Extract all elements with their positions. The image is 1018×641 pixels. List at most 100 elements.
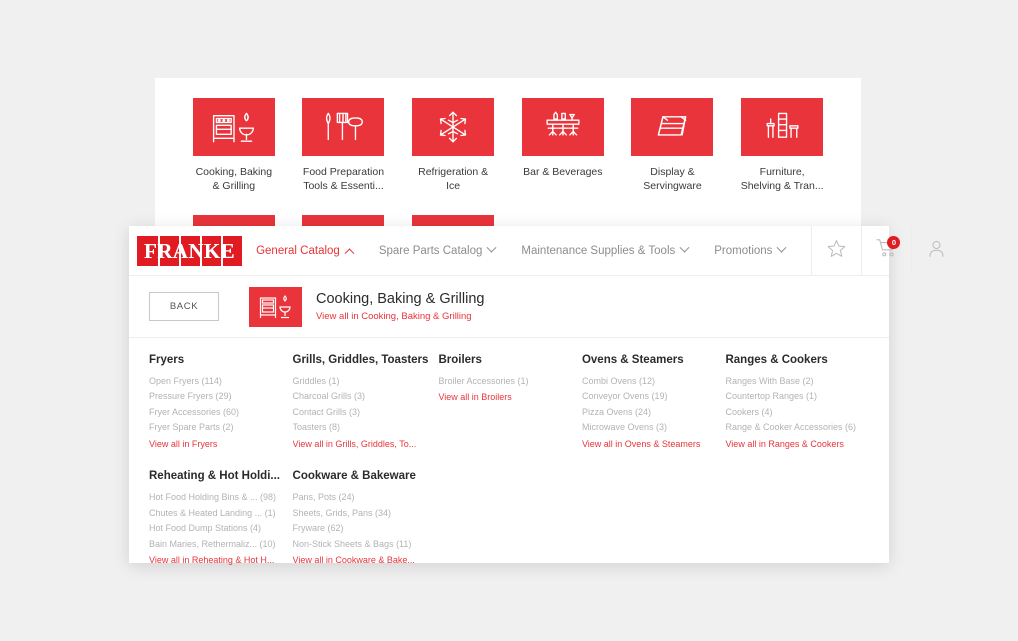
subcategory-link[interactable]: Pizza Ovens (24): [582, 405, 716, 420]
category-column: Grills, Griddles, Toasters Griddles (1) Ch…: [293, 354, 439, 587]
category-oven-grill-icon: [249, 286, 302, 327]
group-view-all-link[interactable]: View all in Broilers: [438, 390, 572, 405]
subcategory-link[interactable]: Toasters (8): [293, 420, 429, 435]
category-header: BACK Cooking, Baking & Grilling View all…: [129, 276, 889, 338]
category-column: Ranges & Cookers Ranges With Base (2) Coun…: [725, 354, 869, 587]
nav-link-maintenance-supplies-tools[interactable]: Maintenance Supplies & Tools: [521, 242, 690, 257]
category-tile-label: Refrigeration & Ice: [418, 166, 489, 193]
category-tile-label: Furniture, Shelving & Tran...: [740, 166, 824, 193]
category-group: Ovens & Steamers Combi Ovens (12) Conveyor…: [582, 354, 716, 452]
category-meta: Cooking, Baking & Grilling View all in C…: [316, 291, 484, 322]
star-icon: [826, 238, 847, 264]
subcategory-link[interactable]: Fryware (62): [293, 521, 429, 536]
category-tile[interactable]: Display & Servingware: [618, 98, 728, 193]
oven-grill-icon: [192, 98, 275, 156]
chevron-up-icon: [344, 248, 355, 259]
category-columns: Fryers Open Fryers (114) Pressure Fryers (…: [129, 338, 889, 587]
subcategory-link[interactable]: Combi Ovens (12): [582, 374, 716, 389]
category-group: Broilers Broiler Accessories (1) View all …: [438, 354, 572, 406]
subcategory-link[interactable]: Ranges With Base (2): [725, 374, 859, 389]
subcategory-link[interactable]: Cookers (4): [725, 405, 859, 420]
cart-count-badge: 0: [887, 236, 901, 249]
category-group-title: Broilers: [438, 354, 482, 366]
subcategory-link[interactable]: Broiler Accessories (1): [438, 374, 572, 389]
category-column: Broilers Broiler Accessories (1) View all …: [438, 354, 582, 587]
subcategory-link[interactable]: Fryer Spare Parts (2): [149, 420, 283, 435]
subcategory-link[interactable]: Conveyor Ovens (19): [582, 389, 716, 404]
utensils-icon: [302, 98, 385, 156]
nav-link-label: Maintenance Supplies & Tools: [521, 244, 676, 257]
category-group: Ranges & Cookers Ranges With Base (2) Coun…: [725, 354, 859, 452]
category-group-title: Cookware & Bakeware: [292, 470, 416, 483]
subcategory-link[interactable]: Bain Maries, Rethermaliz... (10): [149, 537, 283, 552]
subcategory-link[interactable]: Microwave Ovens (3): [582, 420, 716, 435]
group-view-all-link[interactable]: View all in Grills, Griddles, To...: [293, 437, 429, 452]
nav-actions: 0: [811, 226, 961, 275]
display-case-icon: [631, 98, 714, 156]
franke-logo[interactable]: FRANKE: [129, 226, 256, 275]
chevron-down-icon: [486, 242, 497, 253]
nav-links: General Catalog Spare Parts Catalog Mainte…: [256, 226, 811, 275]
favorites-button[interactable]: [811, 226, 861, 275]
category-title: Cooking, Baking & Grilling: [316, 290, 485, 307]
category-tile-label: Bar & Beverages: [523, 166, 603, 178]
subcategory-link[interactable]: Range & Cooker Accessories (6): [725, 420, 859, 435]
subcategory-link[interactable]: Chutes & Heated Landing ... (1): [149, 506, 283, 521]
back-button[interactable]: BACK: [149, 292, 219, 321]
category-tile[interactable]: Bar & Beverages: [508, 98, 618, 193]
subcategory-link[interactable]: Non-Stick Sheets & Bags (11): [293, 537, 429, 552]
group-view-all-link[interactable]: View all in Cookware & Bake...: [293, 553, 429, 568]
nav-link-label: Spare Parts Catalog: [378, 244, 483, 257]
category-group-title: Ovens & Steamers: [581, 354, 684, 366]
category-group: Fryers Open Fryers (114) Pressure Fryers (…: [149, 354, 283, 452]
subcategory-link[interactable]: Sheets, Grids, Pans (34): [293, 506, 429, 521]
subcategory-link[interactable]: Fryer Accessories (60): [149, 405, 283, 420]
nav-link-label: General Catalog: [256, 244, 340, 257]
top-navigation-bar: FRANKE General Catalog Spare Parts Catalo…: [129, 226, 945, 276]
nav-link-general-catalog[interactable]: General Catalog: [256, 244, 355, 259]
subcategory-link[interactable]: Pans, Pots (24): [293, 490, 429, 505]
category-tile[interactable]: Food Preparation Tools & Essenti...: [289, 98, 399, 193]
snowflake-icon: [412, 98, 495, 156]
group-view-all-link[interactable]: View all in Fryers: [149, 437, 283, 452]
group-view-all-link[interactable]: View all in Ranges & Cookers: [725, 437, 859, 452]
subcategory-link[interactable]: Pressure Fryers (29): [149, 389, 283, 404]
category-tile-label: Cooking, Baking & Grilling: [195, 166, 273, 193]
subcategory-link[interactable]: Hot Food Dump Stations (4): [149, 521, 283, 536]
cart-button[interactable]: 0: [861, 226, 911, 275]
category-group: Cookware & Bakeware Pans, Pots (24) Sheets…: [293, 470, 429, 568]
category-tile-label: Display & Servingware: [643, 166, 702, 193]
user-icon: [926, 238, 947, 264]
shelving-icon: [741, 98, 824, 156]
category-group-title: Reheating & Hot Holdi...: [149, 470, 280, 483]
logo-text: FRANKE: [144, 238, 236, 263]
category-group-title: Grills, Griddles, Toasters: [292, 354, 429, 366]
category-tile[interactable]: Furniture, Shelving & Tran...: [727, 98, 837, 193]
category-group-title: Ranges & Cookers: [725, 354, 828, 366]
category-column: Ovens & Steamers Combi Ovens (12) Conveyor…: [582, 354, 726, 587]
category-column: Fryers Open Fryers (114) Pressure Fryers (…: [149, 354, 293, 587]
category-tile-label: Food Preparation Tools & Essenti...: [302, 166, 385, 193]
subcategory-link[interactable]: Contact Grills (3): [293, 405, 429, 420]
group-view-all-link[interactable]: View all in Reheating & Hot H...: [149, 553, 283, 568]
category-tile[interactable]: Cooking, Baking & Grilling: [179, 98, 289, 193]
subcategory-link[interactable]: Hot Food Holding Bins & ... (98): [149, 490, 283, 505]
group-view-all-link[interactable]: View all in Ovens & Steamers: [582, 437, 716, 452]
subcategory-link[interactable]: Open Fryers (114): [149, 374, 283, 389]
catalog-flyout-panel: FRANKE General Catalog Spare Parts Catalo…: [129, 226, 945, 565]
subcategory-link[interactable]: Griddles (1): [293, 374, 429, 389]
category-tile[interactable]: Refrigeration & Ice: [398, 98, 508, 193]
nav-link-spare-parts-catalog[interactable]: Spare Parts Catalog: [378, 242, 497, 257]
nav-link-label: Promotions: [714, 244, 773, 257]
account-button[interactable]: [911, 226, 961, 275]
category-group-title: Fryers: [149, 354, 185, 366]
bar-counter-icon: [521, 98, 604, 156]
chevron-down-icon: [776, 242, 787, 253]
subcategory-link[interactable]: Countertop Ranges (1): [725, 389, 859, 404]
category-group: Reheating & Hot Holdi... Hot Food Holding…: [149, 470, 283, 568]
subcategory-link[interactable]: Charcoal Grills (3): [293, 389, 429, 404]
category-view-all-link[interactable]: View all in Cooking, Baking & Grilling: [316, 311, 484, 322]
nav-link-promotions[interactable]: Promotions: [714, 242, 787, 257]
chevron-down-icon: [679, 242, 690, 253]
category-group: Grills, Griddles, Toasters Griddles (1) Ch…: [293, 354, 429, 452]
